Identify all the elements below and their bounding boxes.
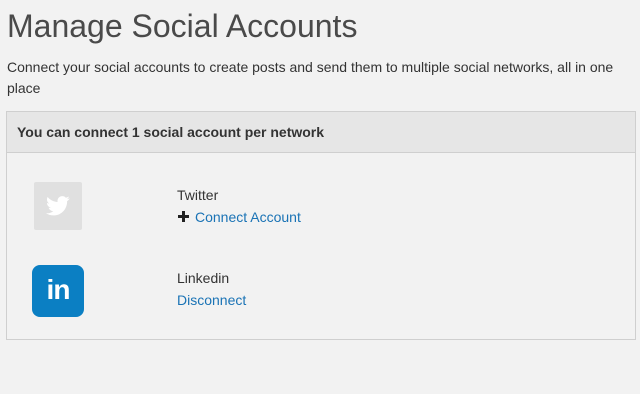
- network-row-linkedin: in Linkedin Disconnect: [7, 263, 635, 319]
- manage-social-accounts-page: Manage Social Accounts Connect your soci…: [0, 0, 640, 394]
- linkedin-logo-text: in: [46, 274, 71, 305]
- network-row-twitter: Twitter Connect Account: [7, 182, 635, 238]
- linkedin-icon: in: [32, 265, 84, 317]
- twitter-bird-icon: [46, 196, 70, 216]
- page-subtitle: Connect your social accounts to create p…: [7, 59, 614, 96]
- twitter-icon: [34, 182, 82, 230]
- panel-notice: You can connect 1 social account per net…: [7, 112, 635, 153]
- connect-account-label[interactable]: Connect Account: [195, 209, 301, 225]
- connect-account-link[interactable]: Connect Account: [177, 209, 301, 225]
- disconnect-link[interactable]: Disconnect: [177, 292, 246, 308]
- social-accounts-panel: You can connect 1 social account per net…: [6, 111, 636, 340]
- page-title: Manage Social Accounts: [7, 8, 358, 44]
- network-name-linkedin: Linkedin: [177, 270, 230, 286]
- network-name-twitter: Twitter: [177, 187, 219, 203]
- disconnect-label[interactable]: Disconnect: [177, 292, 246, 308]
- plus-icon: [177, 210, 191, 224]
